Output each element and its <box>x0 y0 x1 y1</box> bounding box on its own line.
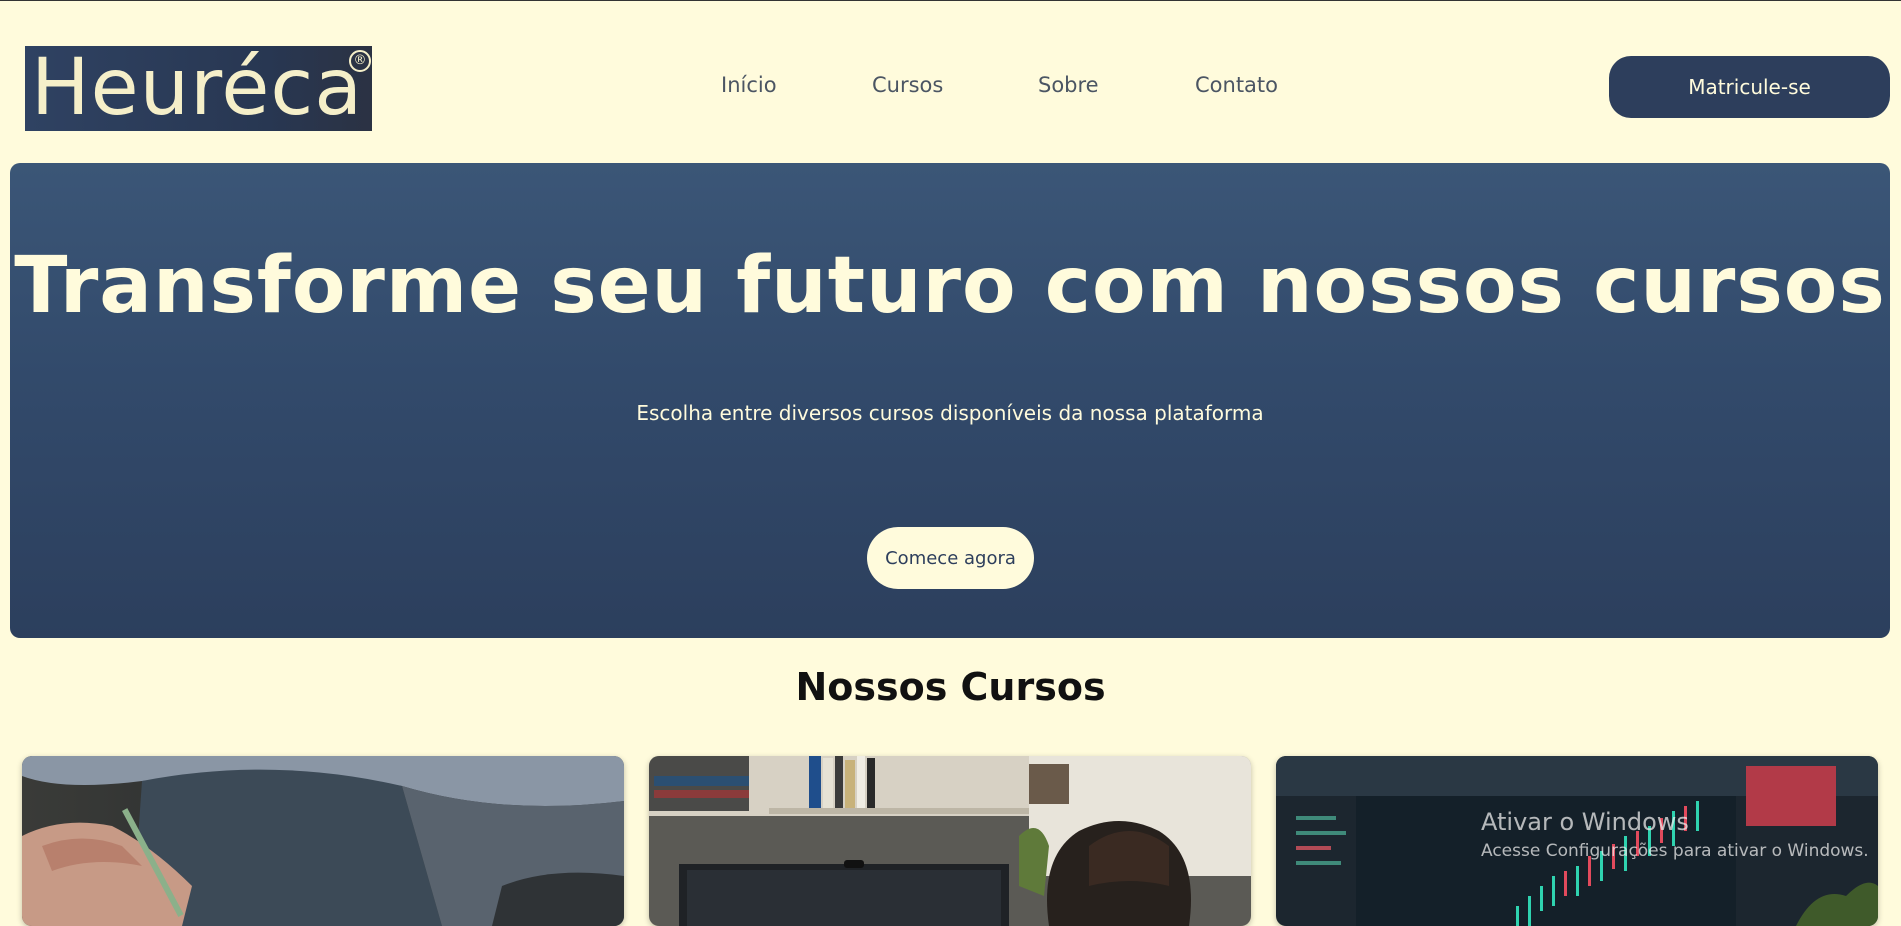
nav-item-sobre[interactable]: Sobre <box>1038 73 1099 97</box>
site-header: Heuréca ® Início Cursos Sobre Contato Ma… <box>0 1 1901 161</box>
registered-mark-icon: ® <box>349 50 371 72</box>
enroll-button[interactable]: Matricule-se <box>1609 56 1890 118</box>
person-cooking-image <box>22 756 624 926</box>
nav-item-inicio[interactable]: Início <box>721 73 777 97</box>
nav-item-contato[interactable]: Contato <box>1195 73 1278 97</box>
hero-banner: Transforme seu futuro com nossos cursos … <box>10 163 1890 638</box>
nav-item-cursos[interactable]: Cursos <box>872 73 943 97</box>
hero-title: Transforme seu futuro com nossos cursos <box>14 241 1886 331</box>
hero-subtitle: Escolha entre diversos cursos disponívei… <box>636 401 1264 425</box>
course-card-cooking[interactable] <box>22 756 624 926</box>
course-card-trading[interactable] <box>1276 756 1878 926</box>
course-card-programming[interactable] <box>649 756 1251 926</box>
start-now-button[interactable]: Comece agora <box>867 527 1034 589</box>
courses-section-title: Nossos Cursos <box>795 665 1106 709</box>
person-coding-image <box>649 756 1251 926</box>
trading-chart-image <box>1276 756 1878 926</box>
